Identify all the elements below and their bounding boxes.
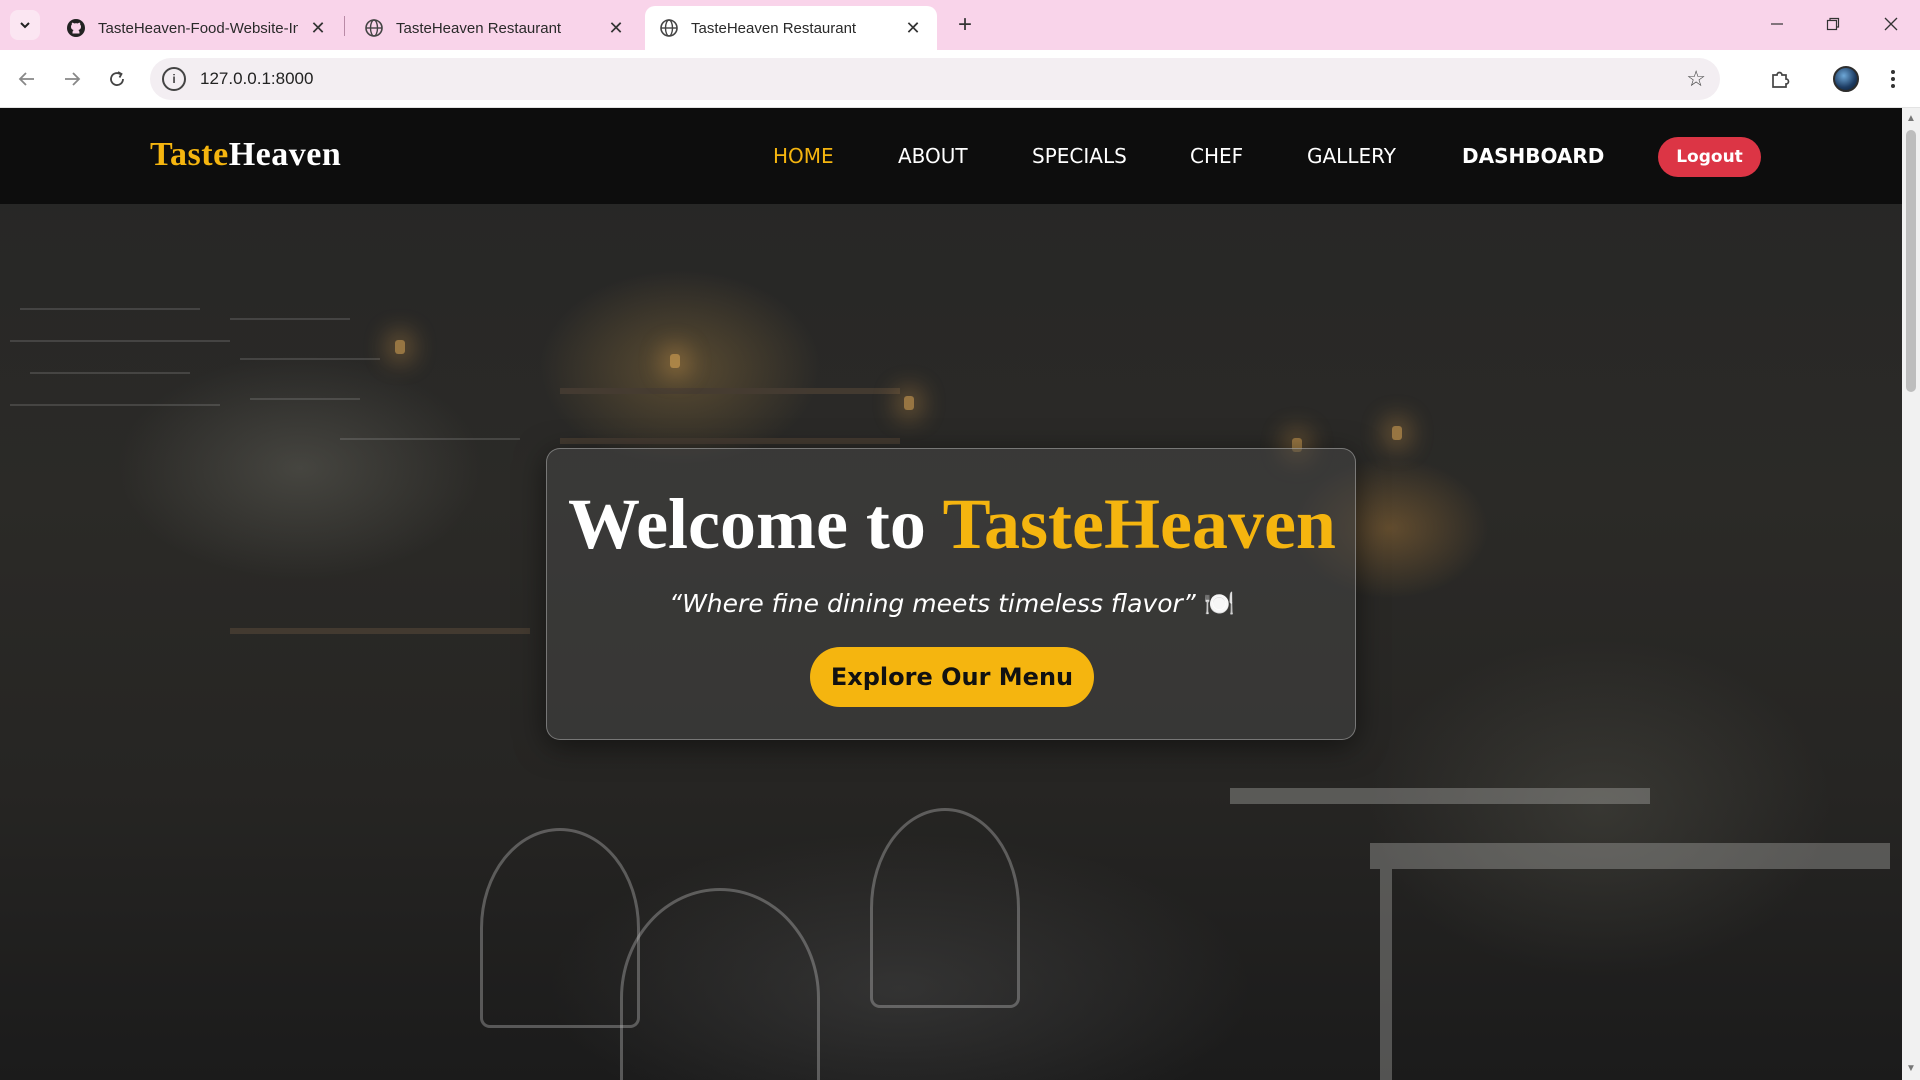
logout-button[interactable]: Logout	[1658, 137, 1761, 177]
tab-search-button[interactable]	[10, 10, 40, 40]
more-vert-icon	[1891, 70, 1895, 88]
puzzle-icon	[1772, 71, 1790, 88]
github-icon	[66, 18, 86, 38]
nav-chef[interactable]: CHEF	[1190, 144, 1243, 168]
extensions-button[interactable]	[1764, 63, 1796, 95]
nav-specials[interactable]: SPECIALS	[1032, 144, 1127, 168]
scrollbar-thumb[interactable]	[1906, 130, 1916, 392]
hero-title: Welcome to TasteHeaven	[547, 483, 1357, 566]
plate-cutlery-icon: 🍽️	[1203, 589, 1235, 618]
address-bar[interactable]: i 127.0.0.1:8000 ☆	[150, 58, 1720, 100]
brand-part-heaven: Heaven	[228, 136, 342, 173]
reload-icon	[110, 71, 124, 86]
nav-gallery[interactable]: GALLERY	[1307, 144, 1396, 168]
close-icon[interactable]: ✕	[308, 18, 328, 38]
close-icon[interactable]: ✕	[903, 18, 923, 38]
minimize-icon	[1771, 23, 1783, 25]
chevron-down-icon	[20, 22, 30, 29]
star-icon[interactable]: ☆	[1686, 66, 1706, 92]
explore-menu-button[interactable]: Explore Our Menu	[810, 647, 1094, 707]
page-scrollbar[interactable]: ▲ ▼	[1902, 108, 1920, 1080]
scroll-up-arrow-icon[interactable]: ▲	[1906, 114, 1916, 124]
profile-avatar[interactable]	[1833, 66, 1859, 92]
hero-card: Welcome to TasteHeaven “Where fine dinin…	[546, 448, 1356, 740]
browser-menu-button[interactable]	[1877, 63, 1909, 95]
nav-about[interactable]: ABOUT	[898, 144, 968, 168]
brand-part-taste: Taste	[150, 136, 229, 173]
url-text: 127.0.0.1:8000	[200, 69, 314, 88]
site-header: TasteHeaven HOME ABOUT SPECIALS CHEF GAL…	[0, 108, 1902, 204]
hero-title-accent: TasteHeaven	[942, 484, 1336, 564]
globe-icon	[659, 18, 679, 38]
close-icon	[1884, 17, 1898, 31]
tab-separator	[344, 16, 345, 36]
arrow-right-icon	[65, 72, 81, 86]
site-logo[interactable]: TasteHeaven	[150, 136, 341, 174]
hero-title-prefix: Welcome to	[568, 484, 943, 564]
close-icon[interactable]: ✕	[606, 18, 626, 38]
arrow-left-icon	[18, 72, 34, 86]
globe-icon	[364, 18, 384, 38]
window-close-button[interactable]	[1868, 6, 1914, 42]
new-tab-button[interactable]: +	[950, 10, 980, 40]
nav-home[interactable]: HOME	[773, 144, 834, 168]
site-info-icon[interactable]: i	[162, 67, 186, 91]
page-viewport: TasteHeaven HOME ABOUT SPECIALS CHEF GAL…	[0, 108, 1902, 1080]
tab-restaurant-1[interactable]: TasteHeaven Restaurant ✕	[350, 6, 640, 50]
nav-dashboard[interactable]: DASHBOARD	[1462, 144, 1604, 168]
scroll-down-arrow-icon[interactable]: ▼	[1906, 1064, 1916, 1074]
tagline-text: “Where fine dining meets timeless flavor…	[669, 589, 1196, 618]
tab-title: TasteHeaven Restaurant	[396, 19, 562, 37]
reload-button[interactable]	[101, 63, 133, 95]
browser-tab-strip: TasteHeaven-Food-Website-In-Django ✕ Tas…	[0, 0, 1920, 50]
back-button[interactable]	[11, 63, 43, 95]
tab-title: TasteHeaven Restaurant	[691, 19, 857, 37]
browser-toolbar: i 127.0.0.1:8000 ☆	[0, 50, 1920, 108]
hero-tagline: “Where fine dining meets timeless flavor…	[547, 589, 1357, 619]
tab-github[interactable]: TasteHeaven-Food-Website-In-Django ✕	[52, 6, 342, 50]
tab-title: TasteHeaven-Food-Website-In-Django	[98, 19, 298, 37]
restore-icon	[1826, 17, 1840, 31]
tab-restaurant-active[interactable]: TasteHeaven Restaurant ✕	[645, 6, 937, 50]
minimize-button[interactable]	[1754, 6, 1800, 42]
forward-button[interactable]	[56, 63, 88, 95]
restore-button[interactable]	[1810, 6, 1856, 42]
